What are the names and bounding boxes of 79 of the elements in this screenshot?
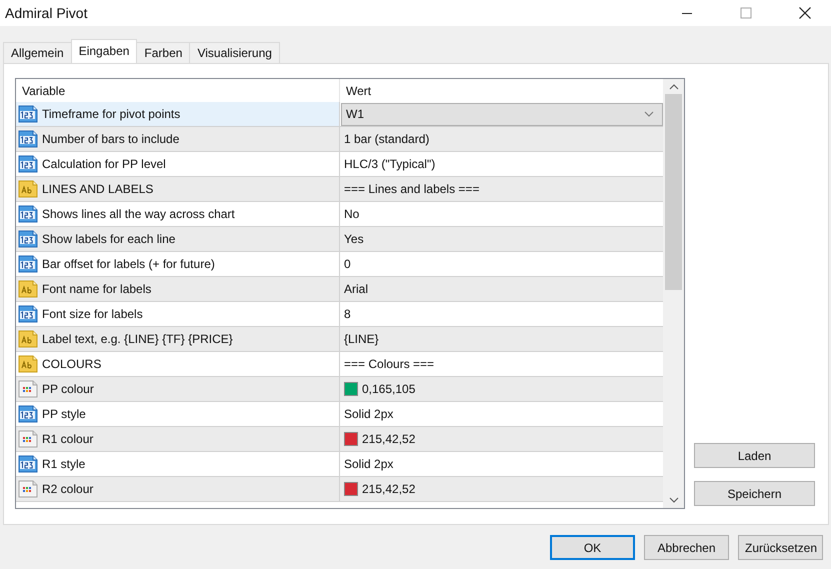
variable-name: PP colour — [42, 382, 94, 396]
variable-name: Number of bars to include — [42, 132, 180, 146]
variable-name: R1 style — [42, 457, 86, 471]
tab[interactable]: Eingaben — [70, 39, 138, 63]
parameter-row[interactable]: Timeframe for pivot points W1 — [16, 102, 663, 127]
variable-name: COLOURS — [42, 357, 102, 371]
scrollbar[interactable] — [663, 79, 684, 508]
variable-name: Label text, e.g. {LINE} {TF} {PRICE} — [42, 332, 233, 346]
variable-name: LINES AND LABELS — [42, 182, 154, 196]
variable-name: Shows lines all the way across chart — [42, 207, 235, 221]
number-type-icon — [18, 455, 38, 473]
parameter-row[interactable]: Font size for labels 8 — [16, 302, 663, 327]
variable-name: Font name for labels — [42, 282, 152, 296]
value-dropdown[interactable]: W1 — [341, 102, 663, 126]
palette-type-icon — [18, 380, 38, 398]
parameter-row[interactable]: PP style Solid 2px — [16, 402, 663, 427]
number-type-icon — [18, 130, 38, 148]
parameter-row[interactable]: Calculation for PP level HLC/3 ("Typical") — [16, 152, 663, 177]
text-type-icon — [18, 330, 38, 348]
parameter-value: 0,165,105 — [362, 382, 416, 396]
chevron-down-icon — [644, 111, 654, 117]
parameter-value: Solid 2px — [344, 457, 394, 471]
parameter-value: Arial — [344, 282, 368, 296]
parameter-value: {LINE} — [344, 332, 379, 346]
dialog-button[interactable]: Zurücksetzen — [738, 535, 823, 560]
parameter-value: Yes — [344, 232, 364, 246]
dialog-button[interactable]: Abbrechen — [644, 535, 729, 560]
variable-name: Timeframe for pivot points — [42, 107, 180, 121]
variable-name: Font size for labels — [42, 307, 143, 321]
scroll-up-icon[interactable] — [668, 84, 678, 90]
text-type-icon — [18, 180, 38, 198]
parameter-row[interactable]: R1 style Solid 2px — [16, 452, 663, 477]
number-type-icon — [18, 205, 38, 223]
parameter-row[interactable]: Number of bars to include 1 bar (standard) — [16, 127, 663, 152]
parameter-value: 215,42,52 — [362, 482, 416, 496]
number-type-icon — [18, 155, 38, 173]
parameter-row[interactable]: Show labels for each line Yes — [16, 227, 663, 252]
number-type-icon — [18, 405, 38, 423]
parameter-row[interactable]: COLOURS === Colours === — [16, 352, 663, 377]
side-button[interactable]: Speichern — [694, 481, 815, 506]
column-header: Variable — [21, 82, 66, 100]
tab[interactable]: Allgemein — [3, 42, 72, 63]
side-button[interactable]: Laden — [694, 443, 815, 468]
variable-name: PP style — [42, 407, 86, 421]
variable-name: Calculation for PP level — [42, 157, 166, 171]
variable-name: Show labels for each line — [42, 232, 176, 246]
number-type-icon — [18, 105, 38, 123]
palette-type-icon — [18, 430, 38, 448]
number-type-icon — [18, 305, 38, 323]
parameter-value: 8 — [344, 307, 351, 321]
variable-name: R1 colour — [42, 432, 94, 446]
parameter-row[interactable]: Font name for labels Arial — [16, 277, 663, 302]
parameter-value: === Lines and labels === — [344, 182, 480, 196]
parameter-value: === Colours === — [344, 357, 434, 371]
text-type-icon — [18, 355, 38, 373]
parameter-value: 0 — [344, 257, 351, 271]
number-type-icon — [18, 255, 38, 273]
parameter-row[interactable]: Shows lines all the way across chart No — [16, 202, 663, 227]
text-type-icon — [18, 280, 38, 298]
tab[interactable]: Visualisierung — [189, 42, 280, 63]
palette-type-icon — [18, 480, 38, 498]
variable-name: R2 colour — [42, 482, 94, 496]
parameter-row[interactable]: Label text, e.g. {LINE} {TF} {PRICE} {LINE} — [16, 327, 663, 352]
parameter-row[interactable]: PP colour 0,165,105 — [16, 377, 663, 402]
variable-name: Bar offset for labels (+ for future) — [42, 257, 215, 271]
parameter-value: Solid 2px — [344, 407, 394, 421]
parameter-row[interactable]: Bar offset for labels (+ for future) 0 — [16, 252, 663, 277]
number-type-icon — [18, 230, 38, 248]
parameter-row[interactable]: LINES AND LABELS === Lines and labels === — [16, 177, 663, 202]
parameter-row[interactable]: R2 colour 215,42,52 — [16, 477, 663, 502]
parameter-value: HLC/3 ("Typical") — [344, 157, 436, 171]
parameter-value: 215,42,52 — [362, 432, 416, 446]
parameter-row[interactable]: R1 colour 215,42,52 — [16, 427, 663, 452]
window-title: Admiral Pivot — [5, 5, 88, 21]
parameter-value: 1 bar (standard) — [344, 132, 430, 146]
close-icon[interactable] — [799, 7, 811, 19]
dialog-button[interactable]: OK — [550, 535, 635, 560]
scroll-down-icon[interactable] — [668, 497, 678, 503]
parameter-value: No — [344, 207, 360, 221]
